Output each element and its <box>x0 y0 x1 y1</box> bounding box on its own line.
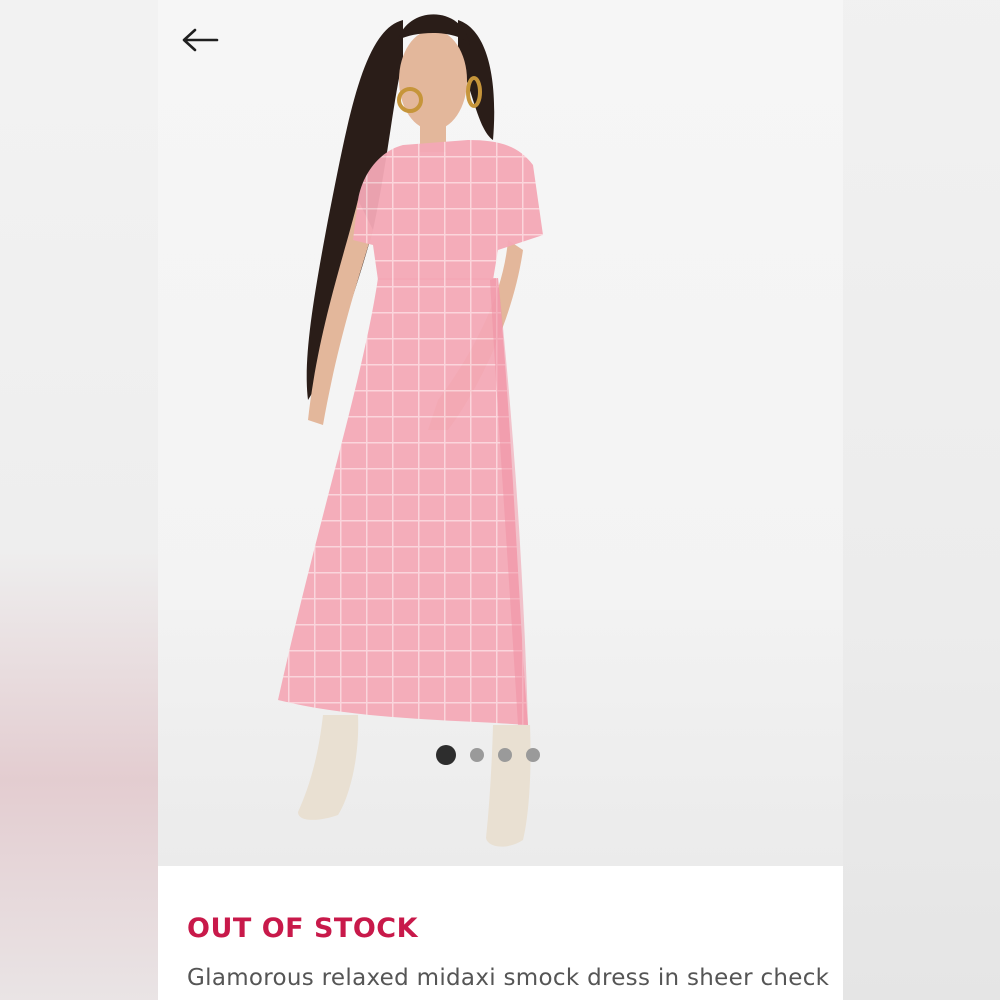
back-button[interactable] <box>178 22 222 58</box>
product-panel: OUT OF STOCK Glamorous relaxed midaxi sm… <box>158 0 843 1000</box>
pagination-dot-4[interactable] <box>526 748 540 762</box>
product-image-gallery[interactable] <box>158 0 843 866</box>
gallery-pagination <box>436 745 540 765</box>
arrow-left-icon <box>182 28 219 52</box>
product-photo <box>278 14 543 847</box>
pagination-dot-2[interactable] <box>470 748 484 762</box>
product-info: OUT OF STOCK Glamorous relaxed midaxi sm… <box>158 866 843 1000</box>
left-backdrop <box>0 0 158 1000</box>
stock-status-label: OUT OF STOCK <box>187 913 419 944</box>
pagination-dot-3[interactable] <box>498 748 512 762</box>
pagination-dot-1[interactable] <box>436 745 456 765</box>
product-name: Glamorous relaxed midaxi smock dress in … <box>187 965 830 991</box>
right-backdrop <box>843 0 1000 1000</box>
